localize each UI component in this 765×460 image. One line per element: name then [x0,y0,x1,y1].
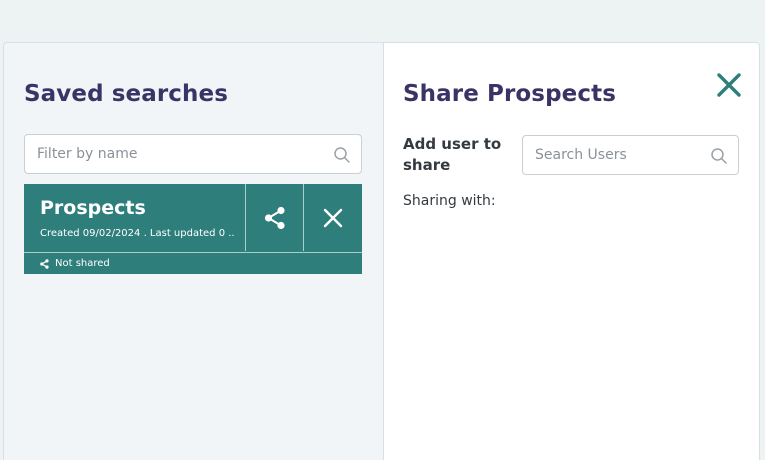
saved-searches-panel: Saved searches Prospects Created 09/02/2… [4,43,383,460]
close-icon [323,208,343,227]
share-panel-title: Share Prospects [403,81,616,107]
filter-by-name-input[interactable] [25,135,361,173]
share-icon [40,258,49,269]
share-status-label: Not shared [55,258,110,269]
add-user-label: Add user to share [403,135,502,174]
close-panel-button[interactable] [714,70,744,100]
close-icon [717,73,741,97]
search-icon [334,147,350,163]
saved-search-open[interactable]: Prospects Created 09/02/2024 . Last upda… [24,184,246,251]
saved-search-card[interactable]: Prospects Created 09/02/2024 . Last upda… [24,184,362,274]
filter-by-name-field[interactable] [24,134,362,174]
saved-searches-title: Saved searches [24,81,228,107]
share-icon [264,206,285,229]
saved-searches-dialog: Saved searches Prospects Created 09/02/2… [3,42,760,460]
delete-search-button[interactable] [304,184,362,251]
sharing-with-label: Sharing with: [403,193,496,209]
share-status: Not shared [24,252,362,274]
search-users-field[interactable] [522,135,739,175]
saved-search-name: Prospects [40,197,146,219]
search-icon [711,148,727,164]
search-users-input[interactable] [523,136,738,174]
saved-search-meta: Created 09/02/2024 . Last updated 0 ... [40,228,234,239]
share-search-button[interactable] [246,184,304,251]
share-panel: Share Prospects Add user to share Sharin… [383,43,759,460]
